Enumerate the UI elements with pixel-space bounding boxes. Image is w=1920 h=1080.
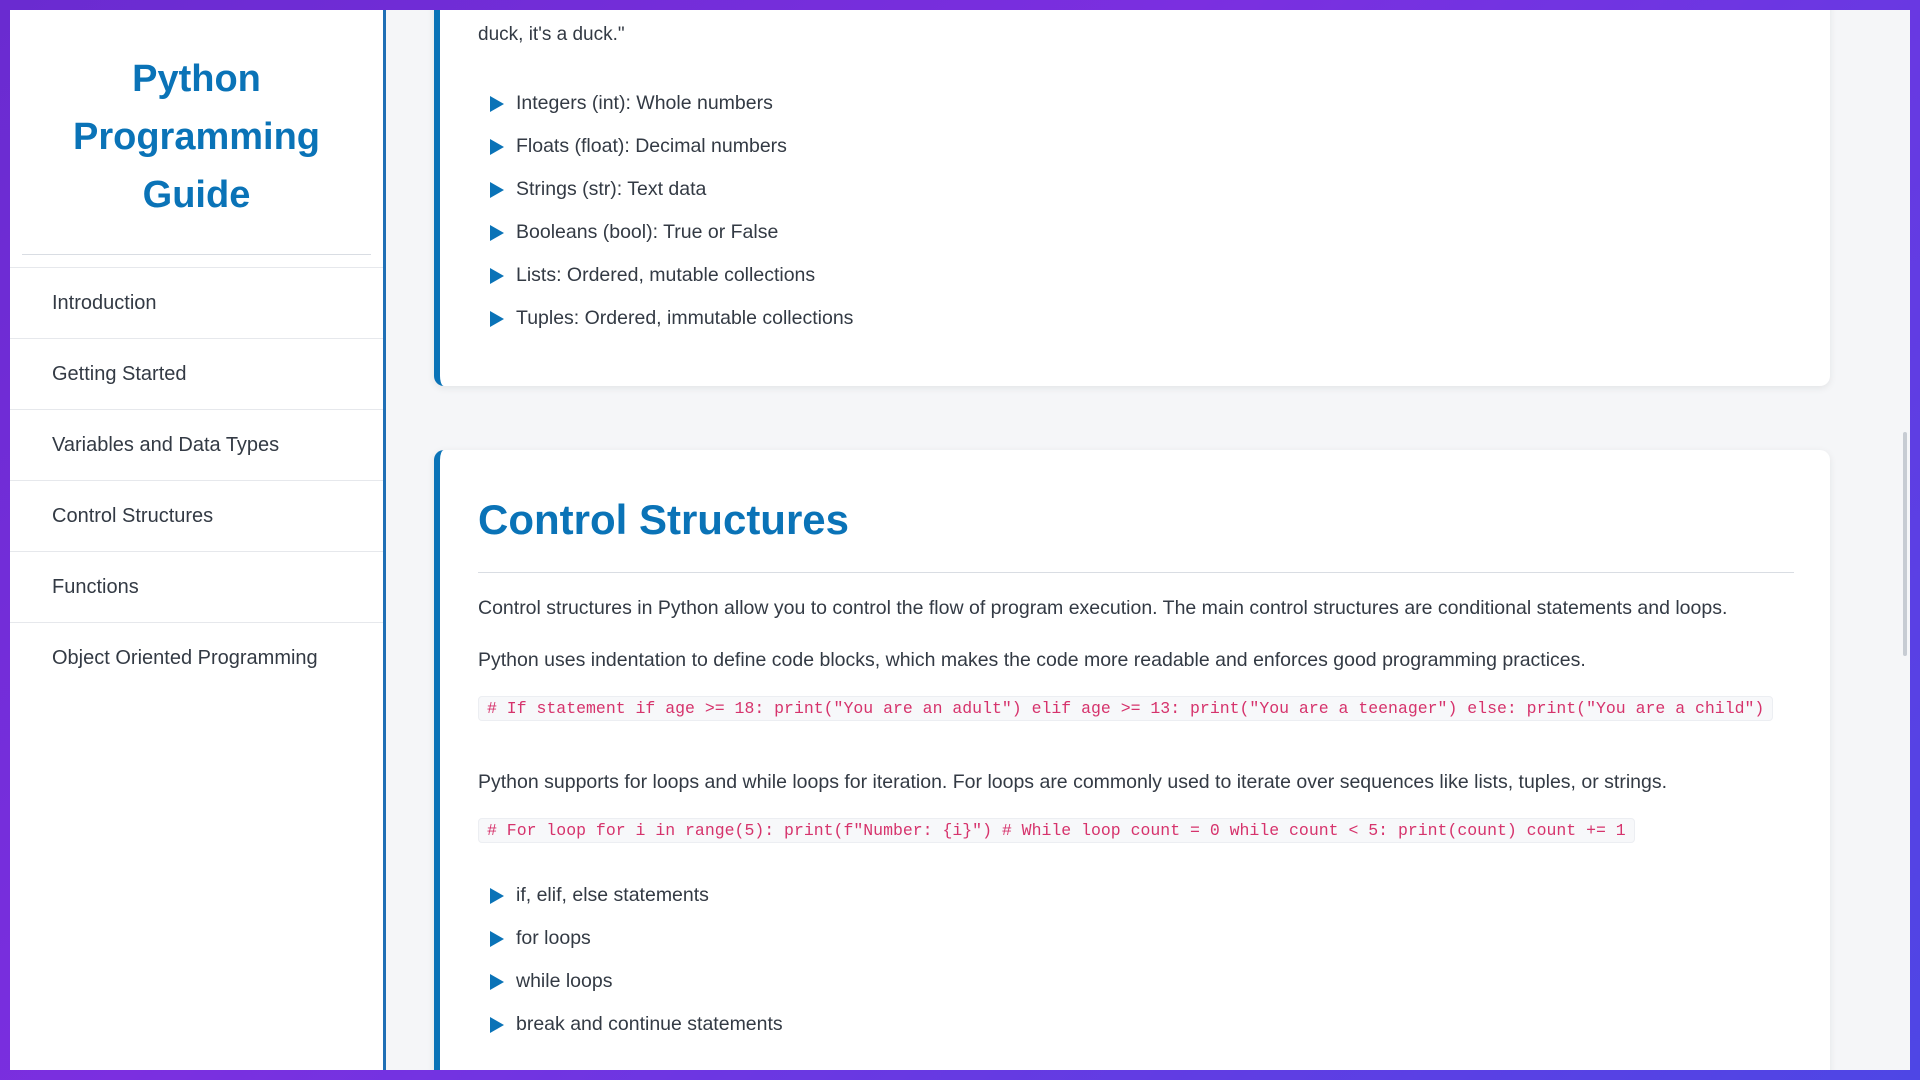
section-card-data-types: duck, it's a duck." Integers (int): Whol… [434, 10, 1830, 386]
sidebar-item-control-structures[interactable]: Control Structures [10, 480, 383, 551]
sidebar-item-oop[interactable]: Object Oriented Programming [10, 622, 383, 693]
section-card-control-structures: Control Structures Control structures in… [434, 450, 1830, 1070]
list-item: Lists: Ordered, mutable collections [490, 254, 853, 297]
triangle-bullet-icon [490, 888, 504, 904]
sidebar-item-getting-started[interactable]: Getting Started [10, 338, 383, 409]
control-structures-list: if, elif, else statements for loops whil… [490, 874, 783, 1046]
section-text-partial: duck, it's a duck." [478, 22, 1792, 48]
sidebar: Python Programming Guide Introduction Ge… [10, 10, 386, 1070]
triangle-bullet-icon [490, 268, 504, 284]
page-scrollbar[interactable] [1896, 10, 1910, 1070]
sidebar-nav: Introduction Getting Started Variables a… [10, 267, 383, 693]
paragraph: Python supports for loops and while loop… [478, 771, 1668, 793]
main-content: duck, it's a duck." Integers (int): Whol… [386, 10, 1910, 1070]
triangle-bullet-icon [490, 182, 504, 198]
list-item: Floats (float): Decimal numbers [490, 125, 853, 168]
list-item: for loops [490, 917, 783, 960]
triangle-bullet-icon [490, 1017, 504, 1033]
triangle-bullet-icon [490, 96, 504, 112]
list-item: break and continue statements [490, 1003, 783, 1046]
list-item: if, elif, else statements [490, 874, 783, 917]
list-item: Booleans (bool): True or False [490, 211, 853, 254]
heading-divider [478, 572, 1794, 573]
triangle-bullet-icon [490, 311, 504, 327]
sidebar-item-variables[interactable]: Variables and Data Types [10, 409, 383, 480]
scrollbar-thumb[interactable] [1903, 432, 1907, 656]
triangle-bullet-icon [490, 139, 504, 155]
site-title: Python Programming Guide [22, 50, 371, 255]
triangle-bullet-icon [490, 225, 504, 241]
data-types-list: Integers (int): Whole numbers Floats (fl… [490, 82, 853, 340]
browser-window: Python Programming Guide Introduction Ge… [10, 10, 1910, 1070]
code-block-loops: # For loop for i in range(5): print(f"Nu… [478, 814, 1800, 848]
triangle-bullet-icon [490, 974, 504, 990]
section-heading: Control Structures [478, 496, 850, 543]
sidebar-item-introduction[interactable]: Introduction [10, 267, 383, 338]
list-item: Strings (str): Text data [490, 168, 853, 211]
list-item: Tuples: Ordered, immutable collections [490, 297, 853, 340]
sidebar-item-functions[interactable]: Functions [10, 551, 383, 622]
paragraph: Python uses indentation to define code b… [478, 649, 1586, 671]
list-item: Integers (int): Whole numbers [490, 82, 853, 125]
triangle-bullet-icon [490, 931, 504, 947]
paragraph: Control structures in Python allow you t… [478, 597, 1728, 619]
section-text-tail: duck, it's a duck." [478, 24, 625, 45]
list-item: while loops [490, 960, 783, 1003]
code-block-if-statement: # If statement if age >= 18: print("You … [478, 692, 1800, 726]
